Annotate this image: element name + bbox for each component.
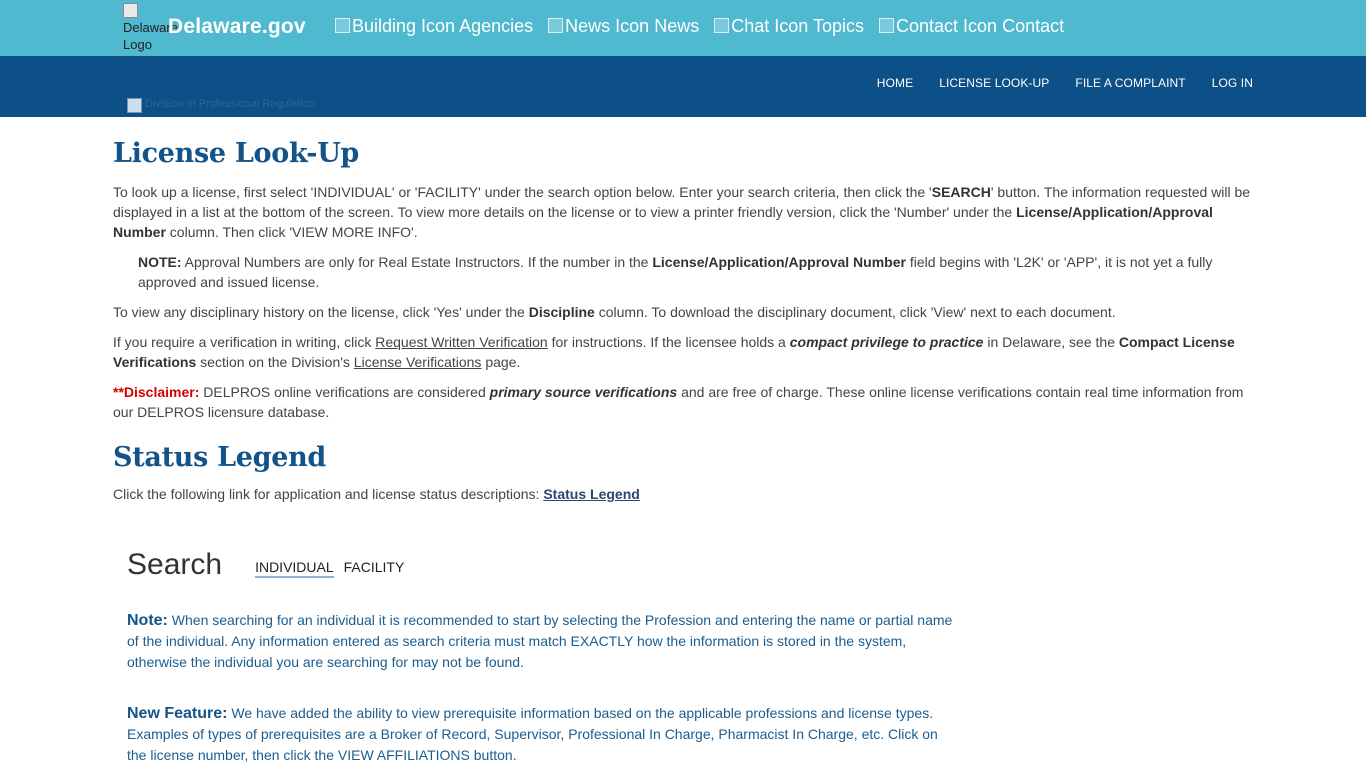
search-panel: Search INDIVIDUAL FACILITY Note: When se…: [127, 548, 957, 766]
top-nav-label: Contact: [1002, 16, 1065, 36]
icon-alt: News Icon: [565, 16, 650, 36]
top-nav-contact[interactable]: Contact Icon Contact: [879, 16, 1064, 37]
main-nav: HOME LICENSE LOOK-UP FILE A COMPLAINT LO…: [877, 76, 1253, 90]
intro-paragraph: To look up a license, first select 'INDI…: [113, 184, 1251, 240]
top-bar: Delaware Logo Delaware.gov Building Icon…: [0, 0, 1366, 56]
brand-link[interactable]: Delaware.gov: [168, 15, 306, 39]
search-note: Note: When searching for an individual i…: [127, 612, 953, 670]
search-note-label: Note:: [127, 612, 168, 629]
top-nav: Building Icon Agencies News Icon News Ch…: [335, 16, 1064, 37]
icon-alt: Chat Icon: [731, 16, 809, 36]
disclaimer-paragraph: **Disclaimer: DELPROS online verificatio…: [113, 384, 1244, 420]
news-icon: [548, 18, 564, 33]
search-type-tabs: INDIVIDUAL FACILITY: [255, 559, 404, 578]
top-nav-topics[interactable]: Chat Icon Topics: [714, 16, 864, 37]
nav-home[interactable]: HOME: [877, 76, 913, 90]
status-legend-title: Status Legend: [113, 442, 326, 473]
icon-alt: Contact Icon: [896, 16, 998, 36]
status-legend-paragraph: Click the following link for application…: [113, 486, 640, 502]
new-feature-label: New Feature:: [127, 705, 228, 722]
top-nav-label: Topics: [812, 16, 864, 36]
top-nav-news[interactable]: News Icon News: [548, 16, 699, 37]
contact-icon: [879, 18, 894, 33]
delaware-logo[interactable]: Delaware Logo: [123, 2, 178, 54]
nav-file-complaint[interactable]: FILE A COMPLAINT: [1075, 76, 1185, 90]
status-legend-link[interactable]: Status Legend: [543, 486, 639, 502]
division-logo[interactable]: Division of Professional Regulation: [127, 98, 342, 113]
page-title: License Look-Up: [113, 138, 360, 169]
approval-note: NOTE: Approval Numbers are only for Real…: [138, 254, 1213, 290]
disclaimer-label: **Disclaimer:: [113, 384, 200, 400]
broken-image-icon: [127, 98, 142, 113]
search-header: Search INDIVIDUAL FACILITY: [127, 548, 957, 582]
search-title: Search: [127, 548, 223, 581]
verification-paragraph: If you require a verification in writing…: [113, 334, 1235, 370]
broken-image-icon: [123, 3, 138, 18]
tab-individual[interactable]: INDIVIDUAL: [255, 559, 334, 578]
top-nav-label: Agencies: [459, 16, 534, 36]
chat-icon: [714, 18, 730, 33]
main-navbar: HOME LICENSE LOOK-UP FILE A COMPLAINT LO…: [0, 56, 1366, 117]
tab-facility[interactable]: FACILITY: [344, 559, 405, 578]
division-logo-alt: Division of Professional Regulation: [145, 98, 315, 110]
discipline-paragraph: To view any disciplinary history on the …: [113, 304, 1116, 320]
top-nav-agencies[interactable]: Building Icon Agencies: [335, 16, 533, 37]
request-written-verification-link[interactable]: Request Written Verification: [375, 334, 548, 350]
nav-log-in[interactable]: LOG IN: [1212, 76, 1253, 90]
top-nav-label: News: [654, 16, 700, 36]
new-feature-note: New Feature: We have added the ability t…: [127, 705, 938, 763]
building-icon: [335, 18, 350, 33]
icon-alt: Building Icon: [352, 16, 456, 36]
main-content: License Look-Up To look up a license, fi…: [113, 117, 1253, 514]
license-verifications-link[interactable]: License Verifications: [354, 354, 482, 370]
nav-license-lookup[interactable]: LICENSE LOOK-UP: [939, 76, 1049, 90]
